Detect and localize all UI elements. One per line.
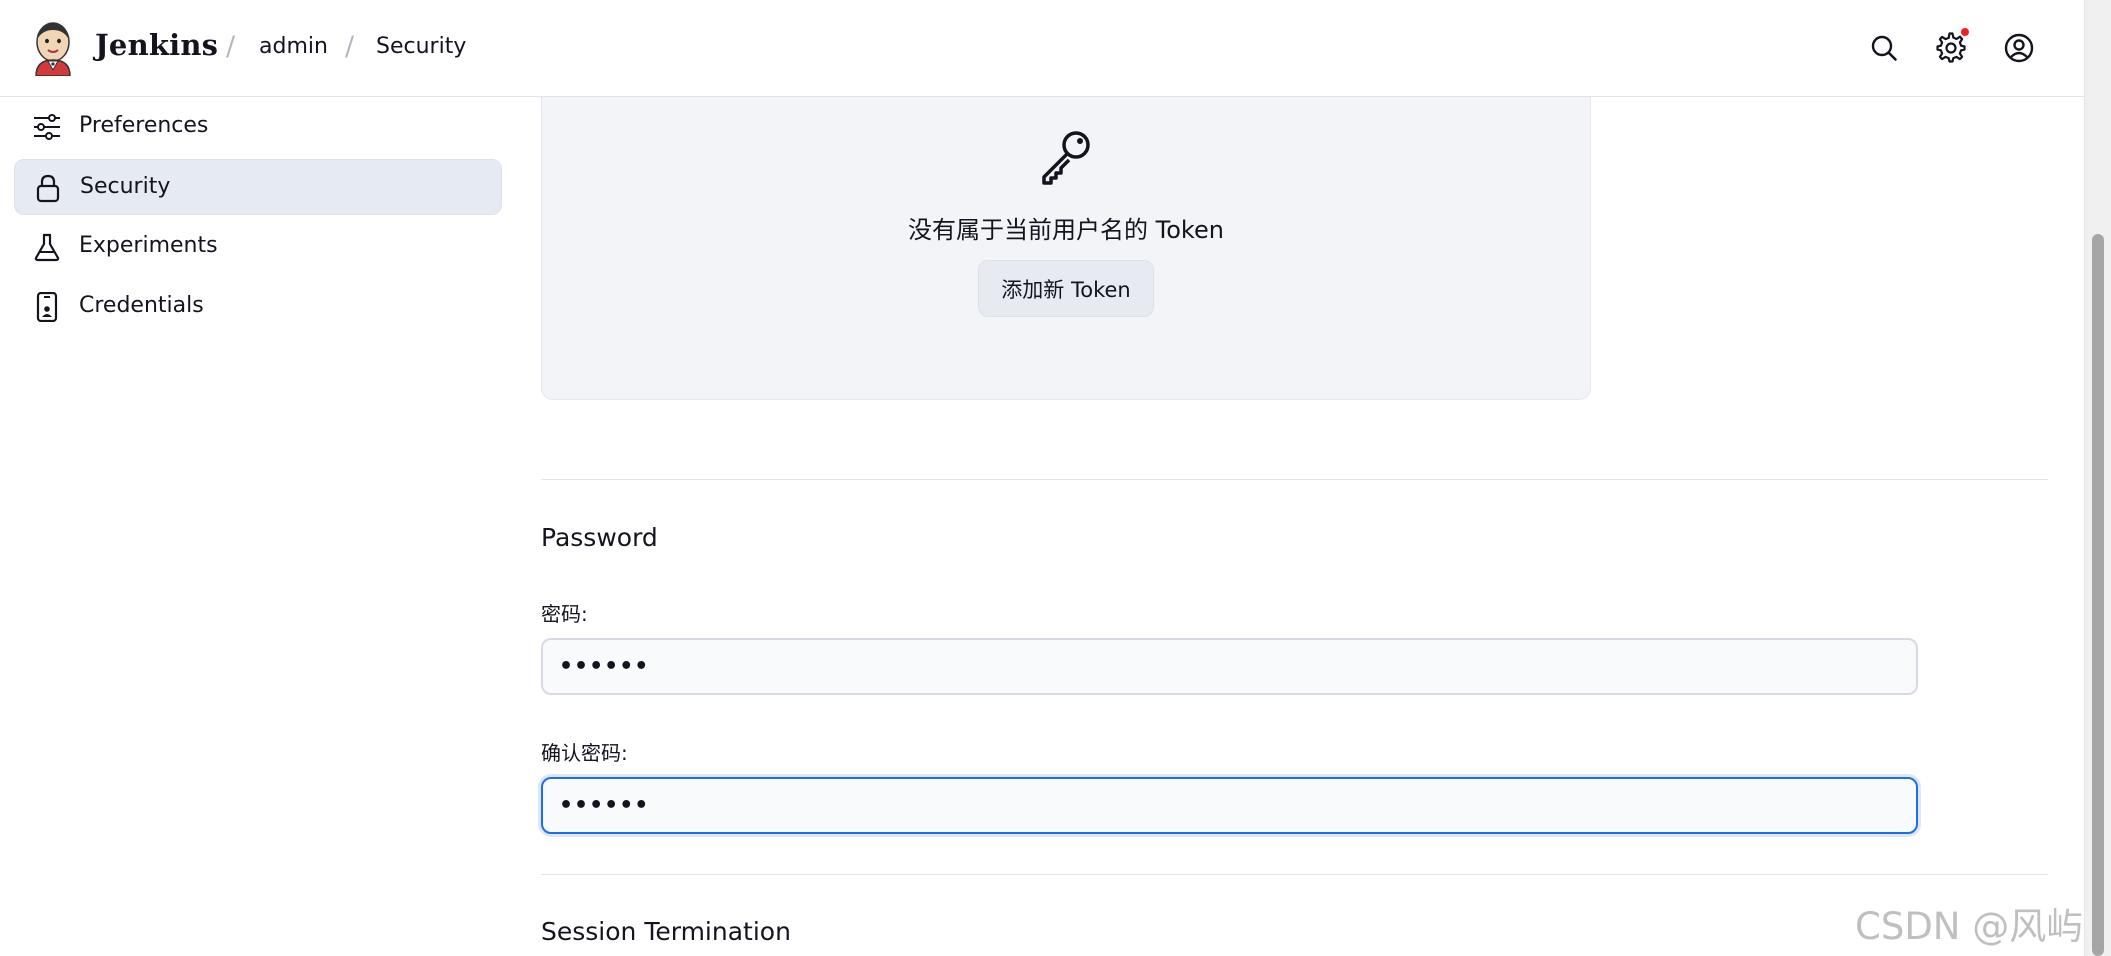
- sidebar-item-label: Security: [80, 174, 171, 199]
- notification-dot: [1961, 28, 1969, 36]
- key-icon: [1042, 131, 1090, 185]
- jenkins-logo-icon[interactable]: [30, 20, 76, 76]
- sidebar-item-label: Experiments: [79, 233, 218, 258]
- sidebar-item-label: Preferences: [79, 113, 209, 138]
- confirm-password-field[interactable]: ••••••: [541, 777, 1918, 834]
- breadcrumb-admin[interactable]: admin: [259, 34, 328, 59]
- sidebar-item-preferences[interactable]: Preferences: [14, 99, 502, 155]
- brand-name[interactable]: Jenkins: [95, 28, 218, 62]
- divider: [541, 874, 2048, 875]
- password-field[interactable]: ••••••: [541, 638, 1918, 695]
- device-id-icon: [36, 292, 58, 322]
- session-termination-title: Session Termination: [541, 917, 791, 946]
- sidebar-item-experiments[interactable]: Experiments: [14, 219, 502, 275]
- sidebar-item-security[interactable]: Security: [14, 159, 502, 215]
- user-menu-button[interactable]: [1999, 28, 2039, 68]
- flask-icon: [34, 233, 60, 262]
- password-label: 密码:: [541, 602, 588, 626]
- top-header: Jenkins / admin / Security: [0, 0, 2084, 97]
- sidebar-item-label: Credentials: [79, 293, 204, 318]
- add-token-button[interactable]: 添加新 Token: [978, 260, 1154, 317]
- sliders-icon: [34, 114, 60, 140]
- lock-icon: [36, 174, 60, 203]
- page: Jenkins / admin / Security Preferences S…: [0, 0, 2111, 956]
- password-section-title: Password: [541, 523, 658, 552]
- breadcrumb-separator: /: [345, 31, 355, 62]
- breadcrumb-separator: /: [226, 31, 236, 62]
- watermark-text: CSDN @风屿.: [1855, 905, 2096, 948]
- gear-icon: [1936, 32, 1966, 63]
- divider: [541, 479, 2048, 480]
- search-icon: [1871, 35, 1897, 61]
- sidebar-item-credentials[interactable]: Credentials: [14, 279, 502, 335]
- breadcrumb-security[interactable]: Security: [376, 34, 466, 59]
- scrollbar-thumb[interactable]: [2092, 234, 2104, 956]
- user-circle-icon: [2004, 33, 2034, 63]
- search-button[interactable]: [1864, 28, 1904, 68]
- confirm-password-label: 确认密码:: [541, 741, 628, 765]
- token-empty-message: 没有属于当前用户名的 Token: [908, 216, 1224, 244]
